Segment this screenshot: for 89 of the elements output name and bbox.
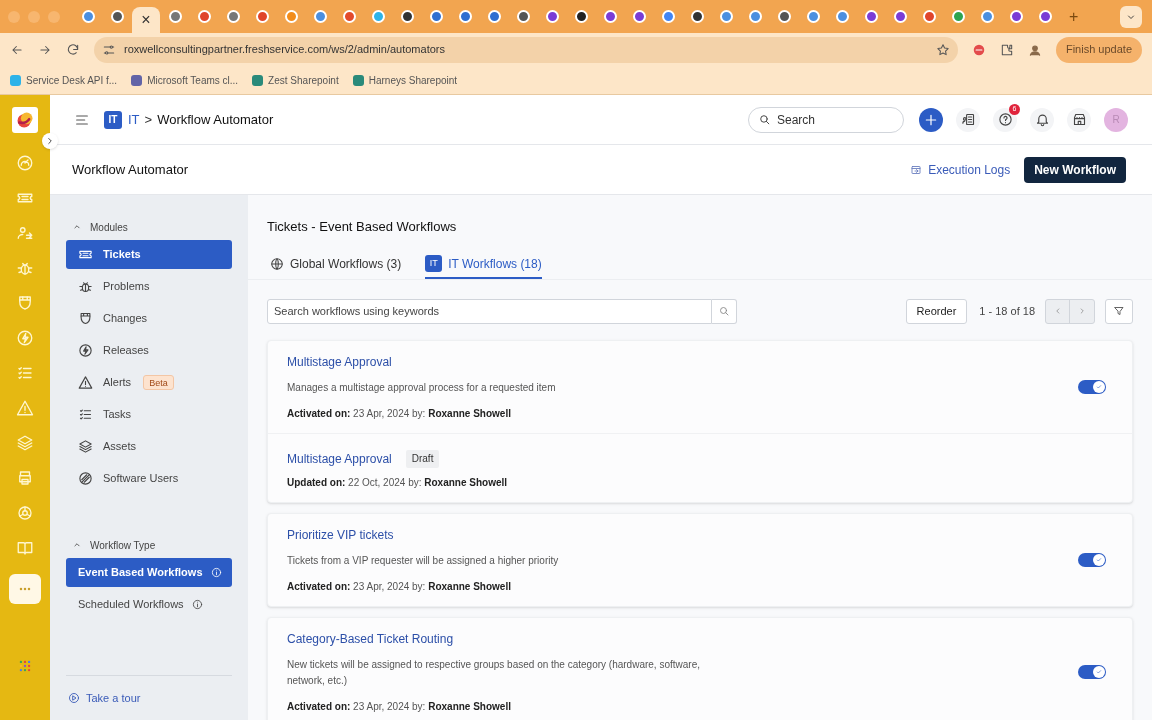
- bookmark-link[interactable]: Zest Sharepoint: [268, 72, 339, 88]
- contacts-button[interactable]: [956, 107, 980, 132]
- toggle-switch[interactable]: [1078, 379, 1106, 394]
- expand-rail-button[interactable]: [42, 133, 58, 149]
- workflow-tab[interactable]: IT IT Workflows (18): [425, 250, 542, 279]
- workflow-title-link[interactable]: Category-Based Ticket Routing: [287, 629, 454, 648]
- pagination-text: 1 - 18 of 18: [979, 303, 1035, 319]
- close-tab-button[interactable]: ×: [141, 12, 151, 28]
- workflow-meta-text: Activated on: 23 Apr, 2024 by: Roxanne Showell: [287, 579, 512, 594]
- search-field[interactable]: Search: [748, 106, 904, 133]
- sidebar-item[interactable]: Tickets: [66, 240, 232, 269]
- puzzle-icon[interactable]: [999, 42, 1014, 57]
- workflow-meta-text: Activated on: 23 Apr, 2024 by: Roxanne Showell: [287, 699, 512, 714]
- search-icon: [758, 113, 771, 126]
- workflow-meta-text: Activated on: 23 Apr, 2024 by: Roxanne Showell: [287, 406, 512, 421]
- toggle-switch[interactable]: [1078, 552, 1106, 567]
- check-icon: [1095, 667, 1103, 676]
- notifications-button[interactable]: [1030, 107, 1054, 132]
- logo-icon: [15, 110, 35, 130]
- new-tab-button[interactable]: +: [1069, 4, 1079, 29]
- section-header[interactable]: Modules: [66, 217, 232, 237]
- bolt-icon: [78, 343, 93, 358]
- section-header[interactable]: Workflow Type: [66, 535, 232, 555]
- workflow-title-link[interactable]: Multistage Approval: [287, 449, 392, 468]
- apps-grid-icon[interactable]: [18, 659, 32, 673]
- bookmark-link[interactable]: Service Desk API f...: [26, 72, 118, 88]
- new-workflow-button[interactable]: New Workflow: [1024, 156, 1126, 183]
- browser-tab[interactable]: ×: [132, 7, 160, 33]
- play-circle-icon: [68, 691, 80, 704]
- draft-badge: Draft: [405, 449, 440, 468]
- chevron-right-icon: [45, 136, 55, 146]
- bookmark-star-icon[interactable]: [935, 42, 950, 57]
- finish-update-button[interactable]: Finish update: [1055, 36, 1142, 63]
- globe-icon: [270, 256, 284, 271]
- check-icon: [1095, 555, 1103, 564]
- take-a-tour-link[interactable]: Take a tour: [66, 674, 232, 706]
- sidebar-item[interactable]: Alerts Beta: [66, 368, 232, 397]
- workspace-badge: IT: [104, 110, 122, 129]
- breadcrumb-separator: >: [144, 110, 153, 129]
- reload-icon[interactable]: [66, 42, 80, 57]
- bug-icon: [78, 279, 93, 294]
- help-icon: [997, 112, 1013, 127]
- sidebar-item[interactable]: Scheduled Workflows: [66, 590, 232, 619]
- sidebar-item[interactable]: Software Users: [66, 464, 232, 493]
- shield-icon: [78, 311, 93, 326]
- workspace-badge: IT: [425, 255, 443, 272]
- workflow-title-link[interactable]: Multistage Approval: [287, 352, 392, 371]
- sidebar-item[interactable]: Assets: [66, 432, 232, 461]
- contact-card-icon: [960, 112, 976, 127]
- reorder-button[interactable]: Reorder: [905, 298, 968, 324]
- bell-icon: [1034, 112, 1050, 127]
- sidebar-item[interactable]: Problems: [66, 272, 232, 301]
- workflow-description: Manages a multistage approval process for a requested item: [287, 380, 557, 395]
- log-icon: [910, 163, 923, 176]
- bookmark-link[interactable]: Harneys Sharepoint: [368, 72, 458, 88]
- workspace-link[interactable]: IT: [128, 109, 140, 130]
- add-button[interactable]: [919, 107, 943, 132]
- alert-icon: [78, 375, 93, 390]
- workflow-title-link[interactable]: Prioritize VIP tickets: [287, 525, 394, 544]
- filter-icon: [1113, 305, 1125, 317]
- workflow-description: Tickets from a VIP requester will be assigned a higher priority: [287, 553, 560, 568]
- users-icon: [78, 471, 93, 486]
- execution-logs-link[interactable]: Execution Logs: [910, 160, 1011, 179]
- workflow-description: New tickets will be assigned to respective groups based on the category (hardware, software, network, etc.): [287, 657, 701, 688]
- search-icon: [718, 305, 730, 317]
- sidebar-item[interactable]: Releases: [66, 336, 232, 365]
- store-icon: [1071, 112, 1087, 127]
- sidebar-item[interactable]: Changes: [66, 304, 232, 333]
- page-title: Workflow Automator: [157, 110, 274, 129]
- app-logo[interactable]: [12, 107, 38, 133]
- site-settings-icon[interactable]: [102, 42, 116, 57]
- workflow-meta-text: Updated on: 22 Oct, 2024 by: Roxanne Showell: [287, 475, 509, 490]
- list-icon: [78, 407, 93, 422]
- section-title: Workflow Automator: [72, 160, 189, 179]
- address-bar[interactable]: roxwellconsultingpartner.freshservice.com/ws/2/admin/automators: [94, 36, 958, 63]
- beta-badge: Beta: [143, 375, 174, 390]
- profile-icon[interactable]: [1027, 42, 1042, 57]
- bookmark-link[interactable]: Microsoft Teams cl...: [147, 72, 239, 88]
- marketplace-button[interactable]: [1067, 107, 1091, 132]
- extension-icon[interactable]: [971, 42, 986, 57]
- filter-button[interactable]: [1105, 298, 1133, 324]
- layers-icon: [78, 439, 93, 454]
- sidebar-item[interactable]: Tasks: [66, 400, 232, 429]
- check-icon: [1095, 382, 1103, 391]
- workflow-search-field[interactable]: Search workflows using keywords: [267, 298, 712, 324]
- content-title: Tickets - Event Based Workflows: [267, 218, 458, 236]
- toggle-switch[interactable]: [1078, 664, 1106, 679]
- sidebar-item[interactable]: Event Based Workflows: [66, 558, 232, 587]
- workflow-tab[interactable]: Global Workflows (3): [270, 250, 402, 279]
